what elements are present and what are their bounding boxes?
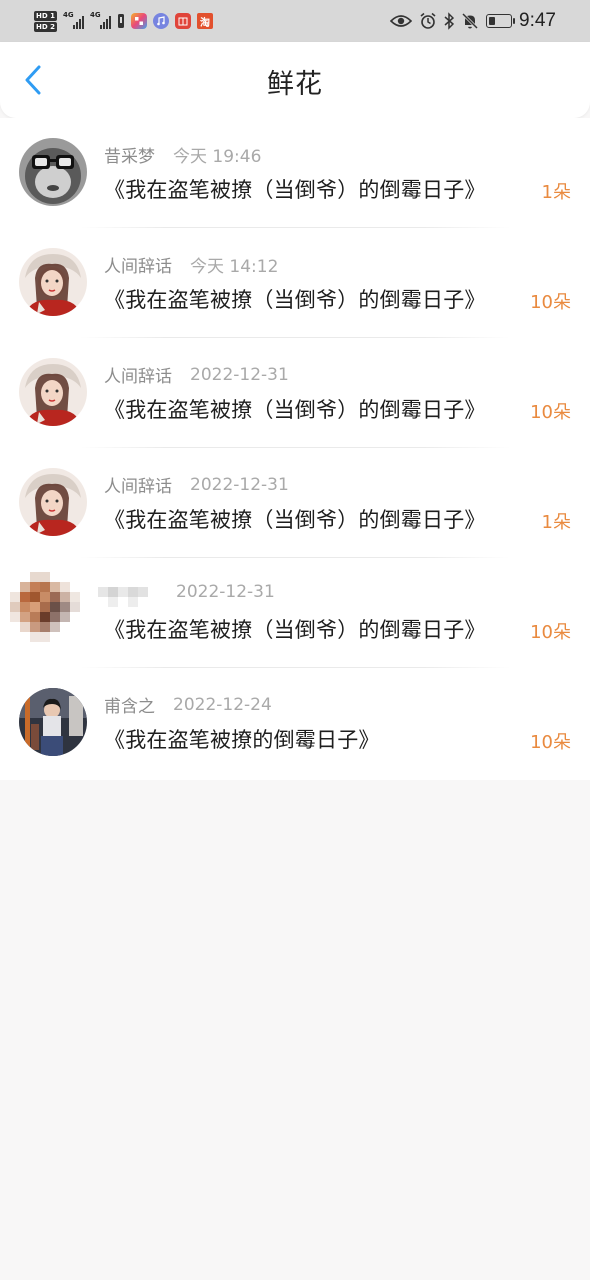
- signal-icon-1: 4G: [63, 11, 84, 29]
- flower-count: 10朵: [530, 402, 571, 423]
- list-item[interactable]: 昔采梦 今天 19:46 《我在盗笔被撩（当倒爷）的倒霉日子》 1朵: [0, 118, 590, 228]
- flower-count: 1朵: [541, 512, 571, 533]
- item-meta: 2022-12-31: [98, 582, 275, 607]
- signal-icon-2: 4G: [90, 11, 111, 29]
- item-meta: 人间辞话 今天 14:12: [104, 252, 278, 277]
- status-left: HD 1 HD 2 4G 4G 淘: [0, 0, 213, 42]
- avatar-girl[interactable]: [19, 358, 87, 426]
- sender-name[interactable]: 昔采梦: [104, 142, 155, 167]
- sender-name[interactable]: 人间辞话: [104, 252, 172, 277]
- clock: 9:47: [519, 10, 556, 31]
- hd-icon: HD 1 HD 2: [34, 10, 57, 32]
- timestamp: 今天 19:46: [173, 147, 262, 167]
- page-title: 鲜花: [267, 69, 323, 100]
- book-title: 《我在盗笔被撩（当倒爷）的倒霉日子》: [104, 288, 486, 312]
- sender-name[interactable]: 人间辞话: [104, 362, 172, 387]
- list-item[interactable]: 人间辞话 今天 14:12 《我在盗笔被撩（当倒爷）的倒霉日子》 10朵: [0, 228, 590, 338]
- avatar-pixelated[interactable]: [10, 572, 90, 652]
- status-right: 9:47: [390, 10, 590, 32]
- avatar-photo[interactable]: [19, 688, 87, 756]
- timestamp: 2022-12-31: [190, 364, 289, 385]
- notification-icon: [117, 13, 125, 29]
- flower-count: 10朵: [530, 732, 571, 753]
- bluetooth-icon: [444, 12, 455, 30]
- flower-count: 10朵: [530, 622, 571, 643]
- timestamp: 2022-12-24: [173, 694, 272, 715]
- book-title: 《我在盗笔被撩的倒霉日子》: [104, 728, 380, 752]
- item-meta: 人间辞话 2022-12-31: [104, 362, 289, 388]
- book-title: 《我在盗笔被撩（当倒爷）的倒霉日子》: [104, 618, 486, 642]
- timestamp: 今天 14:12: [190, 257, 279, 277]
- list-item[interactable]: 2022-12-31 《我在盗笔被撩（当倒爷）的倒霉日子》 10朵: [0, 558, 590, 668]
- list-item[interactable]: 甫含之 2022-12-24 《我在盗笔被撩的倒霉日子》 10朵: [0, 668, 590, 778]
- list-item[interactable]: 人间辞话 2022-12-31 《我在盗笔被撩（当倒爷）的倒霉日子》 1朵: [0, 448, 590, 558]
- book-icon: [174, 13, 191, 29]
- mute-bell-icon: [461, 12, 479, 30]
- music-icon: [152, 13, 169, 29]
- timestamp: 2022-12-31: [190, 474, 289, 495]
- book-title: 《我在盗笔被撩（当倒爷）的倒霉日子》: [104, 398, 486, 422]
- app-icon-colorful: [130, 13, 147, 29]
- sender-name[interactable]: 人间辞话: [104, 472, 172, 497]
- status-bar: HD 1 HD 2 4G 4G 淘 9:47: [0, 0, 590, 42]
- battery-icon: [486, 14, 516, 28]
- book-title: 《我在盗笔被撩（当倒爷）的倒霉日子》: [104, 178, 486, 202]
- avatar-girl[interactable]: [19, 248, 87, 316]
- item-meta: 人间辞话 2022-12-31: [104, 472, 289, 498]
- navigation-bar: 鲜花: [0, 42, 590, 118]
- sender-name-redacted[interactable]: [98, 582, 158, 607]
- flower-count: 1朵: [541, 182, 571, 203]
- flower-count: 10朵: [530, 292, 571, 313]
- timestamp: 2022-12-31: [176, 582, 275, 602]
- alarm-icon: [419, 12, 437, 30]
- list-item[interactable]: 人间辞话 2022-12-31 《我在盗笔被撩（当倒爷）的倒霉日子》 10朵: [0, 338, 590, 448]
- sender-name[interactable]: 甫含之: [104, 692, 155, 717]
- avatar-girl[interactable]: [19, 468, 87, 536]
- avatar-monkey[interactable]: [19, 138, 87, 206]
- item-meta: 甫含之 2022-12-24: [104, 692, 272, 718]
- book-title: 《我在盗笔被撩（当倒爷）的倒霉日子》: [104, 508, 486, 532]
- eye-icon: [390, 14, 413, 28]
- taobao-icon: 淘: [196, 13, 213, 29]
- flower-gift-list: 昔采梦 今天 19:46 《我在盗笔被撩（当倒爷）的倒霉日子》 1朵 人间辞话: [0, 118, 590, 780]
- item-meta: 昔采梦 今天 19:46: [104, 142, 261, 167]
